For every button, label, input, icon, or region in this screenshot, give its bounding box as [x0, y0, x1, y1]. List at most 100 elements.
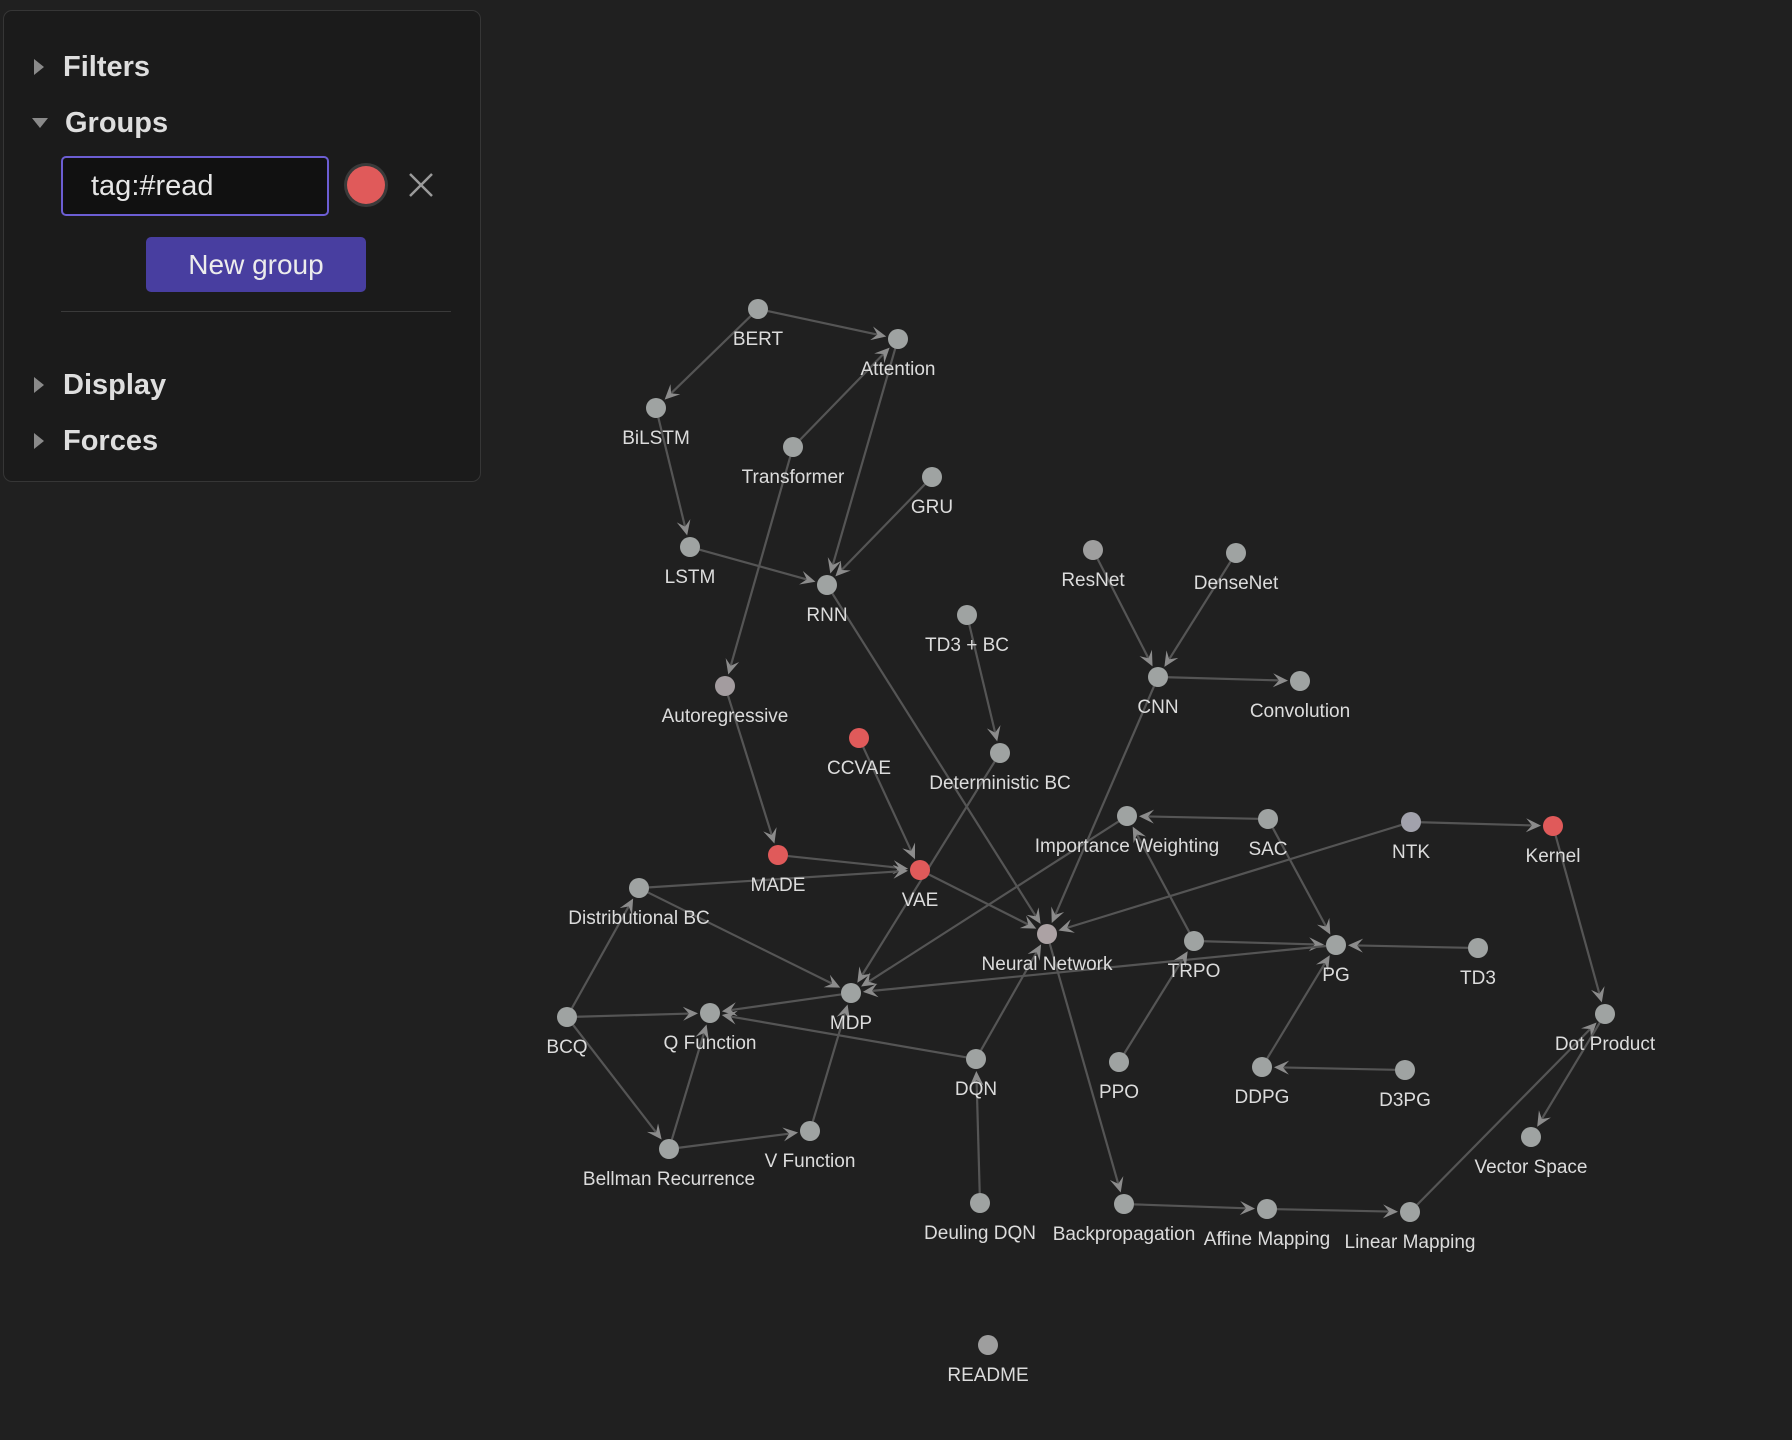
graph-node[interactable]: Deterministic BC: [929, 743, 1071, 794]
node-label: Transformer: [742, 467, 845, 488]
node-dot[interactable]: [629, 878, 649, 898]
node-dot[interactable]: [1184, 931, 1204, 951]
group-query-input[interactable]: [61, 156, 329, 216]
chevron-right-icon: [34, 59, 44, 75]
graph-node[interactable]: Convolution: [1250, 671, 1350, 722]
node-dot[interactable]: [978, 1335, 998, 1355]
graph-node[interactable]: DenseNet: [1194, 543, 1279, 594]
node-dot[interactable]: [922, 467, 942, 487]
graph-node[interactable]: ResNet: [1061, 540, 1125, 591]
node-dot[interactable]: [783, 437, 803, 457]
graph-node[interactable]: BiLSTM: [622, 398, 690, 449]
graph-node[interactable]: RNN: [806, 575, 848, 626]
forces-section-label: Forces: [63, 424, 159, 457]
graph-edge: [1053, 685, 1156, 917]
graph-settings-panel: Filters Groups New group Display Forces: [3, 10, 481, 482]
graph-node[interactable]: BERT: [733, 299, 784, 350]
graph-node[interactable]: Neural Network: [982, 924, 1113, 975]
graph-node[interactable]: README: [947, 1335, 1029, 1386]
node-dot[interactable]: [659, 1139, 679, 1159]
node-dot[interactable]: [1117, 806, 1137, 826]
node-dot[interactable]: [680, 537, 700, 557]
node-dot[interactable]: [1257, 1199, 1277, 1219]
graph-node[interactable]: Linear Mapping: [1345, 1202, 1476, 1253]
node-dot[interactable]: [957, 605, 977, 625]
graph-node[interactable]: Importance Weighting: [1035, 806, 1219, 857]
groups-section-label: Groups: [65, 106, 169, 139]
node-label: CCVAE: [827, 758, 891, 779]
node-dot[interactable]: [1226, 543, 1246, 563]
graph-node[interactable]: CCVAE: [827, 728, 891, 779]
node-dot[interactable]: [1401, 812, 1421, 832]
display-section-header[interactable]: Display: [4, 365, 166, 405]
graph-node[interactable]: SAC: [1248, 809, 1288, 860]
display-section-label: Display: [63, 368, 167, 401]
node-dot[interactable]: [1114, 1194, 1134, 1214]
graph-node[interactable]: V Function: [765, 1121, 856, 1172]
graph-node[interactable]: TD3: [1460, 938, 1496, 989]
graph-edge: [1355, 944, 1469, 949]
node-dot[interactable]: [970, 1193, 990, 1213]
node-dot[interactable]: [990, 743, 1010, 763]
node-dot[interactable]: [646, 398, 666, 418]
graph-edge: [831, 348, 897, 567]
node-dot[interactable]: [1521, 1127, 1541, 1147]
node-dot[interactable]: [841, 983, 861, 1003]
graph-node[interactable]: D3PG: [1379, 1060, 1431, 1111]
graph-node[interactable]: LSTM: [665, 537, 716, 588]
node-dot[interactable]: [1400, 1202, 1420, 1222]
graph-node[interactable]: CNN: [1137, 667, 1179, 718]
node-dot[interactable]: [1595, 1004, 1615, 1024]
node-label: TRPO: [1168, 961, 1221, 982]
node-label: LSTM: [665, 567, 716, 588]
graph-node[interactable]: BCQ: [546, 1007, 588, 1058]
node-dot[interactable]: [1326, 935, 1346, 955]
close-icon[interactable]: [404, 168, 438, 202]
node-label: TD3: [1460, 968, 1496, 989]
filters-section-header[interactable]: Filters: [4, 47, 150, 87]
graph-node[interactable]: PPO: [1099, 1052, 1139, 1103]
graph-node[interactable]: Attention: [861, 329, 936, 380]
node-dot[interactable]: [1258, 809, 1278, 829]
graph-node[interactable]: MADE: [751, 845, 806, 896]
node-dot[interactable]: [1148, 667, 1168, 687]
new-group-button[interactable]: New group: [146, 237, 366, 292]
node-dot[interactable]: [1252, 1057, 1272, 1077]
forces-section-header[interactable]: Forces: [4, 421, 158, 461]
node-dot[interactable]: [817, 575, 837, 595]
graph-node[interactable]: VAE: [902, 860, 939, 911]
graph-node[interactable]: Transformer: [742, 437, 845, 488]
node-dot[interactable]: [700, 1003, 720, 1023]
group-color-swatch[interactable]: [347, 166, 385, 204]
node-dot[interactable]: [557, 1007, 577, 1027]
node-dot[interactable]: [910, 860, 930, 880]
node-dot[interactable]: [1543, 816, 1563, 836]
node-dot[interactable]: [1083, 540, 1103, 560]
node-dot[interactable]: [768, 845, 788, 865]
graph-edge: [1281, 1066, 1396, 1071]
graph-node[interactable]: Deuling DQN: [924, 1193, 1036, 1244]
chevron-down-icon: [32, 118, 48, 128]
graph-node[interactable]: TD3 + BC: [925, 605, 1009, 656]
node-dot[interactable]: [1395, 1060, 1415, 1080]
node-dot[interactable]: [849, 728, 869, 748]
graph-node[interactable]: Backpropagation: [1053, 1194, 1196, 1245]
graph-node[interactable]: NTK: [1392, 812, 1430, 863]
graph-node[interactable]: Q Function: [664, 1003, 757, 1054]
groups-section-header[interactable]: Groups: [4, 103, 168, 143]
node-label: VAE: [902, 890, 939, 911]
node-dot[interactable]: [715, 676, 735, 696]
graph-node[interactable]: Vector Space: [1474, 1127, 1588, 1178]
node-dot[interactable]: [1109, 1052, 1129, 1072]
node-dot[interactable]: [748, 299, 768, 319]
node-label: PPO: [1099, 1082, 1139, 1103]
node-dot[interactable]: [966, 1049, 986, 1069]
graph-node[interactable]: Bellman Recurrence: [583, 1139, 755, 1190]
graph-node[interactable]: Dot Product: [1555, 1004, 1656, 1055]
node-dot[interactable]: [800, 1121, 820, 1141]
node-dot[interactable]: [1037, 924, 1057, 944]
node-dot[interactable]: [1290, 671, 1310, 691]
node-dot[interactable]: [888, 329, 908, 349]
graph-node[interactable]: Autoregressive: [662, 676, 789, 727]
node-dot[interactable]: [1468, 938, 1488, 958]
